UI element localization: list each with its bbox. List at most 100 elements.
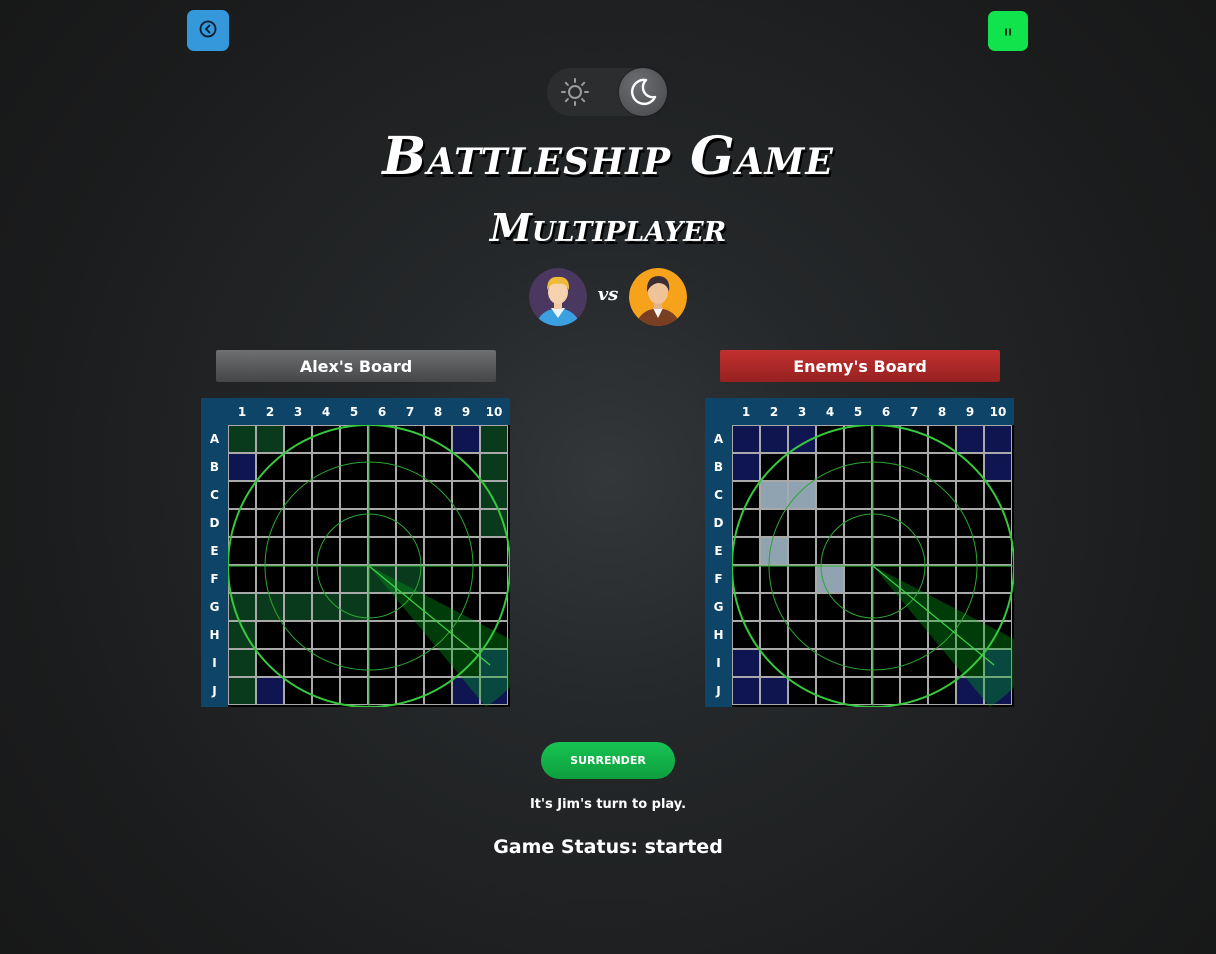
board-cell-B10[interactable] [984, 453, 1012, 481]
board-cell-F1[interactable] [732, 565, 760, 593]
board-cell-H8[interactable] [928, 621, 956, 649]
board-cell-D6[interactable] [872, 509, 900, 537]
board-cell-I5[interactable] [844, 649, 872, 677]
board-cell-A3[interactable] [788, 425, 816, 453]
board-cell-B3[interactable] [788, 453, 816, 481]
board-cell-I7[interactable] [900, 649, 928, 677]
board-cell-H2[interactable] [760, 621, 788, 649]
board-cell-F9[interactable] [956, 565, 984, 593]
board-cell-G4[interactable] [816, 593, 844, 621]
board-cell-E2[interactable] [760, 537, 788, 565]
board-cell-J8[interactable] [928, 677, 956, 705]
board-cell-E5[interactable] [844, 537, 872, 565]
board-cell-E8[interactable] [928, 537, 956, 565]
board-cell-G10[interactable] [984, 593, 1012, 621]
board-cell-F6[interactable] [872, 565, 900, 593]
board-cell-I6[interactable] [872, 649, 900, 677]
board-cell-C7[interactable] [900, 481, 928, 509]
board-cell-B8[interactable] [928, 453, 956, 481]
board-cell-G6[interactable] [872, 593, 900, 621]
board-cell-F4[interactable] [816, 565, 844, 593]
board-cell-E6[interactable] [872, 537, 900, 565]
board-cell-F10[interactable] [984, 565, 1012, 593]
board-cell-A9[interactable] [956, 425, 984, 453]
sun-icon[interactable] [555, 72, 595, 112]
board-cell-G2[interactable] [760, 593, 788, 621]
board-cell-J4[interactable] [816, 677, 844, 705]
board-cell-E4[interactable] [816, 537, 844, 565]
board-cell-J7[interactable] [900, 677, 928, 705]
board-cell-C8[interactable] [928, 481, 956, 509]
board-cell-G5[interactable] [844, 593, 872, 621]
board-cell-I9[interactable] [956, 649, 984, 677]
board-cell-E9[interactable] [956, 537, 984, 565]
board-cell-I2[interactable] [760, 649, 788, 677]
board-cell-E3[interactable] [788, 537, 816, 565]
pause-button[interactable] [988, 11, 1028, 51]
board-cell-A7[interactable] [900, 425, 928, 453]
board-cell-A10[interactable] [984, 425, 1012, 453]
board-cell-D1[interactable] [732, 509, 760, 537]
board-cell-I8[interactable] [928, 649, 956, 677]
surrender-button[interactable]: SURRENDER [541, 742, 675, 779]
board-cell-A2[interactable] [760, 425, 788, 453]
board-cell-I10[interactable] [984, 649, 1012, 677]
board-cell-D2[interactable] [760, 509, 788, 537]
board-cell-G7[interactable] [900, 593, 928, 621]
board-cell-A1[interactable] [732, 425, 760, 453]
board-cell-H6[interactable] [872, 621, 900, 649]
board-cell-D4[interactable] [816, 509, 844, 537]
board-cell-E10[interactable] [984, 537, 1012, 565]
board-cell-I1[interactable] [732, 649, 760, 677]
board-cell-C3[interactable] [788, 481, 816, 509]
board-cell-C1[interactable] [732, 481, 760, 509]
board-cell-C6[interactable] [872, 481, 900, 509]
board-cell-H9[interactable] [956, 621, 984, 649]
board-cell-E1[interactable] [732, 537, 760, 565]
board-cell-C4[interactable] [816, 481, 844, 509]
board-cell-J6[interactable] [872, 677, 900, 705]
board-cell-J2[interactable] [760, 677, 788, 705]
board-cell-A5[interactable] [844, 425, 872, 453]
board-grid[interactable] [732, 425, 1014, 707]
board-cell-A8[interactable] [928, 425, 956, 453]
board-cell-D7[interactable] [900, 509, 928, 537]
board-cell-D10[interactable] [984, 509, 1012, 537]
board-cell-B4[interactable] [816, 453, 844, 481]
board-cell-B1[interactable] [732, 453, 760, 481]
board-cell-C5[interactable] [844, 481, 872, 509]
board-cell-A6[interactable] [872, 425, 900, 453]
board-cell-H5[interactable] [844, 621, 872, 649]
board-cell-J3[interactable] [788, 677, 816, 705]
board-cell-J5[interactable] [844, 677, 872, 705]
board-cell-C10[interactable] [984, 481, 1012, 509]
board-cell-F5[interactable] [844, 565, 872, 593]
board-cell-B9[interactable] [956, 453, 984, 481]
board-cell-F7[interactable] [900, 565, 928, 593]
board-cell-C2[interactable] [760, 481, 788, 509]
board-cell-J10[interactable] [984, 677, 1012, 705]
board-cell-I3[interactable] [788, 649, 816, 677]
board-cell-A4[interactable] [816, 425, 844, 453]
board-cell-H7[interactable] [900, 621, 928, 649]
board-cell-J1[interactable] [732, 677, 760, 705]
board-cell-G8[interactable] [928, 593, 956, 621]
board-cell-B6[interactable] [872, 453, 900, 481]
board-cell-B7[interactable] [900, 453, 928, 481]
board-cell-G1[interactable] [732, 593, 760, 621]
board-cell-D5[interactable] [844, 509, 872, 537]
enemy-board[interactable]: 1 2 3 4 5 6 7 8 9 10 A B C D E F G H I J [705, 398, 1014, 707]
board-cell-C9[interactable] [956, 481, 984, 509]
board-cell-D3[interactable] [788, 509, 816, 537]
board-cell-H3[interactable] [788, 621, 816, 649]
board-cell-F8[interactable] [928, 565, 956, 593]
board-cell-D8[interactable] [928, 509, 956, 537]
board-cell-E7[interactable] [900, 537, 928, 565]
back-button[interactable] [187, 10, 229, 51]
board-cell-D9[interactable] [956, 509, 984, 537]
board-cell-G3[interactable] [788, 593, 816, 621]
board-cell-J9[interactable] [956, 677, 984, 705]
board-cell-I4[interactable] [816, 649, 844, 677]
board-cell-G9[interactable] [956, 593, 984, 621]
board-cell-H10[interactable] [984, 621, 1012, 649]
